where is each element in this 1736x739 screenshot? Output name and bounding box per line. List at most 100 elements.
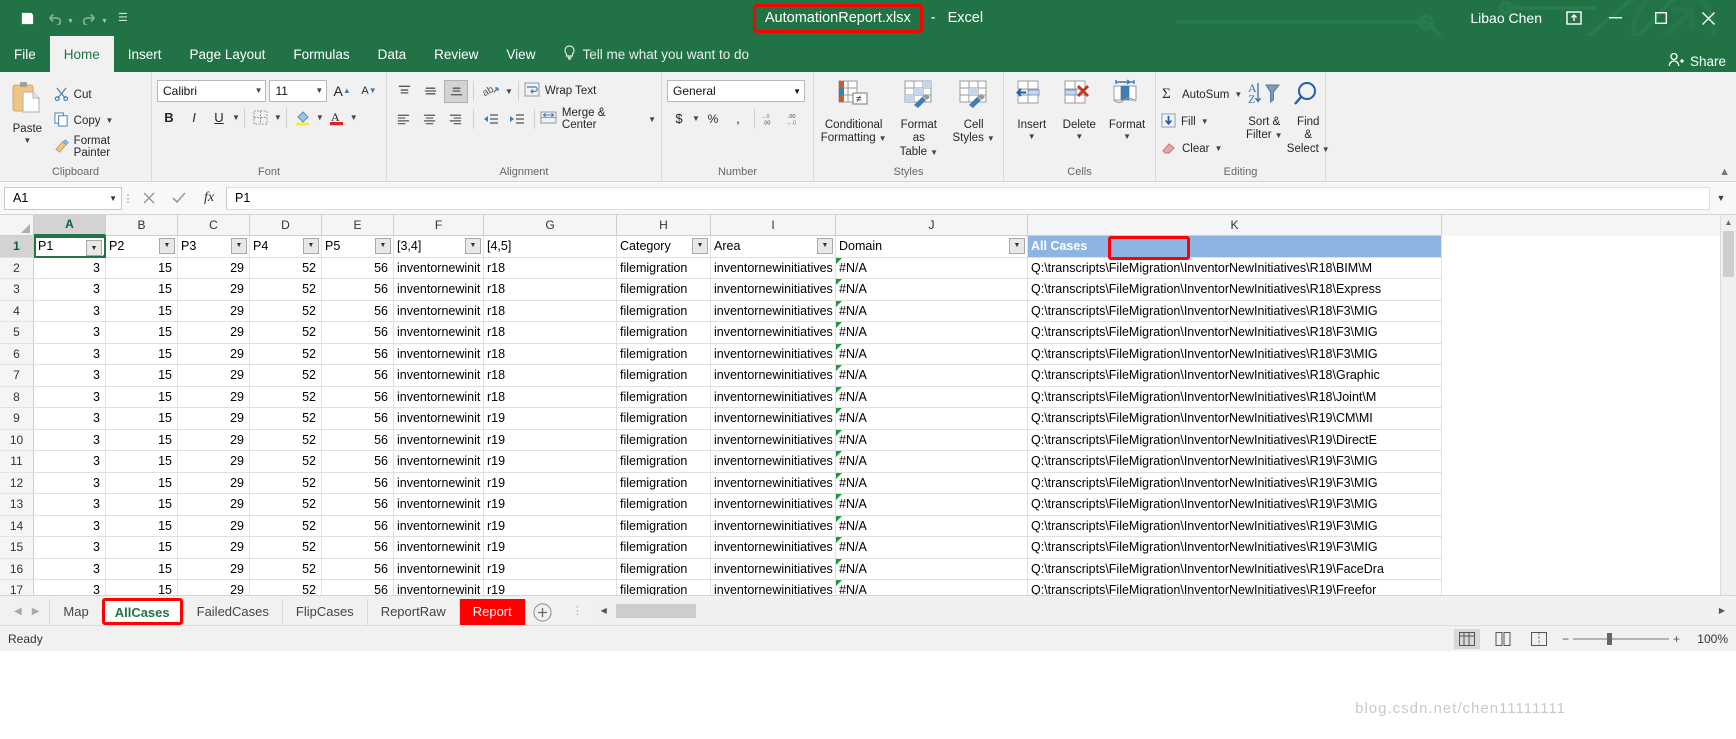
autosum-dropdown-icon[interactable]: ▼ xyxy=(1234,90,1242,99)
insert-cells-dropdown-icon[interactable]: ▼ xyxy=(1028,132,1036,141)
cell-J3[interactable]: #N/A xyxy=(836,279,1028,301)
cell-H13[interactable]: filemigration xyxy=(617,494,711,516)
cell-K6[interactable]: Q:\transcripts\FileMigration\InventorNew… xyxy=(1028,344,1442,366)
filter-dropdown-d1[interactable]: ▼ xyxy=(303,238,319,254)
sheet-tab-reportraw[interactable]: ReportRaw xyxy=(367,599,459,625)
ribbon-tab-file[interactable]: File xyxy=(0,36,50,72)
cell-F4[interactable]: inventornewinit xyxy=(394,301,484,323)
name-box-dropdown-icon[interactable]: ▼ xyxy=(109,194,117,203)
cell-E4[interactable]: 56 xyxy=(322,301,394,323)
cell-J12[interactable]: #N/A xyxy=(836,473,1028,495)
row-header-1[interactable]: 1 xyxy=(0,236,34,258)
save-icon[interactable] xyxy=(14,6,40,30)
cell-E17[interactable]: 56 xyxy=(322,580,394,595)
row-header-9[interactable]: 9 xyxy=(0,408,34,430)
cell-K4[interactable]: Q:\transcripts\FileMigration\InventorNew… xyxy=(1028,301,1442,323)
close-button[interactable] xyxy=(1684,1,1732,35)
cell-J16[interactable]: #N/A xyxy=(836,559,1028,581)
scroll-left-arrow[interactable]: ◀ xyxy=(596,603,612,619)
sort-filter-button[interactable]: AZ Sort & Filter▼ xyxy=(1242,77,1286,164)
cell-F17[interactable]: inventornewinit xyxy=(394,580,484,595)
cancel-edit-icon[interactable] xyxy=(134,186,164,210)
increase-indent-button[interactable] xyxy=(505,108,529,131)
ribbon-tab-review[interactable]: Review xyxy=(420,36,492,72)
cell-I10[interactable]: inventornewinitiatives xyxy=(711,430,836,452)
cell-G13[interactable]: r19 xyxy=(484,494,617,516)
zoom-out-button[interactable]: − xyxy=(1562,632,1569,646)
page-layout-view-button[interactable] xyxy=(1490,629,1516,649)
cell-B4[interactable]: 15 xyxy=(106,301,178,323)
cell-G16[interactable]: r19 xyxy=(484,559,617,581)
cell-J2[interactable]: #N/A xyxy=(836,258,1028,280)
ribbon-tab-view[interactable]: View xyxy=(492,36,549,72)
cell-C8[interactable]: 29 xyxy=(178,387,250,409)
quick-access-toolbar[interactable]: ▼ ▼ ☰ xyxy=(0,6,136,30)
filter-dropdown-e1[interactable]: ▼ xyxy=(375,238,391,254)
table-row[interactable]: 5315295256inventornewinitr18filemigratio… xyxy=(0,322,1736,344)
cell-H4[interactable]: filemigration xyxy=(617,301,711,323)
cell-C10[interactable]: 29 xyxy=(178,430,250,452)
scroll-up-arrow[interactable]: ▲ xyxy=(1721,215,1736,231)
cell-D4[interactable]: 52 xyxy=(250,301,322,323)
table-row[interactable]: 17315295256inventornewinitr19filemigrati… xyxy=(0,580,1736,595)
cell-E7[interactable]: 56 xyxy=(322,365,394,387)
cell-H12[interactable]: filemigration xyxy=(617,473,711,495)
cell-B9[interactable]: 15 xyxy=(106,408,178,430)
cell-D12[interactable]: 52 xyxy=(250,473,322,495)
undo-icon[interactable] xyxy=(42,6,68,30)
cell-C13[interactable]: 29 xyxy=(178,494,250,516)
cell-H5[interactable]: filemigration xyxy=(617,322,711,344)
redo-dropdown-icon[interactable]: ▼ xyxy=(101,18,108,30)
cell-E10[interactable]: 56 xyxy=(322,430,394,452)
row-header-11[interactable]: 11 xyxy=(0,451,34,473)
cell-styles-dropdown-icon[interactable]: ▼ xyxy=(987,134,995,143)
row-header-13[interactable]: 13 xyxy=(0,494,34,516)
row-header-10[interactable]: 10 xyxy=(0,430,34,452)
cell-K9[interactable]: Q:\transcripts\FileMigration\InventorNew… xyxy=(1028,408,1442,430)
column-header-h[interactable]: H xyxy=(617,215,711,236)
table-row[interactable]: 2315295256inventornewinitr18filemigratio… xyxy=(0,258,1736,280)
cell-G4[interactable]: r18 xyxy=(484,301,617,323)
cell-D9[interactable]: 52 xyxy=(250,408,322,430)
scroll-right-arrow[interactable]: ▶ xyxy=(1714,603,1730,619)
cell-H14[interactable]: filemigration xyxy=(617,516,711,538)
confirm-edit-icon[interactable] xyxy=(164,186,194,210)
sheet-tab-allcases[interactable]: AllCases xyxy=(102,598,183,625)
cell-B15[interactable]: 15 xyxy=(106,537,178,559)
table-row[interactable]: 13315295256inventornewinitr19filemigrati… xyxy=(0,494,1736,516)
normal-view-button[interactable] xyxy=(1454,629,1480,649)
accounting-dropdown-icon[interactable]: ▼ xyxy=(692,114,700,123)
zoom-in-button[interactable]: + xyxy=(1673,632,1680,646)
row-header-8[interactable]: 8 xyxy=(0,387,34,409)
fill-handle[interactable] xyxy=(102,254,106,258)
cell-J7[interactable]: #N/A xyxy=(836,365,1028,387)
cell-D17[interactable]: 52 xyxy=(250,580,322,595)
cell-H2[interactable]: filemigration xyxy=(617,258,711,280)
undo-dropdown-icon[interactable]: ▼ xyxy=(67,18,74,30)
cell-H6[interactable]: filemigration xyxy=(617,344,711,366)
row-header-17[interactable]: 17 xyxy=(0,580,34,595)
zoom-slider[interactable]: − + xyxy=(1562,632,1680,646)
cell-B7[interactable]: 15 xyxy=(106,365,178,387)
maximize-button[interactable] xyxy=(1638,1,1684,35)
cell-E12[interactable]: 56 xyxy=(322,473,394,495)
autosum-button[interactable]: Σ AutoSum ▼ xyxy=(1161,83,1242,107)
cell-f1[interactable]: [3,4]▼ xyxy=(394,236,484,258)
name-box[interactable]: A1 ▼ xyxy=(4,187,122,210)
cell-G17[interactable]: r19 xyxy=(484,580,617,595)
cell-C16[interactable]: 29 xyxy=(178,559,250,581)
insert-cells-button[interactable]: Insert ▼ xyxy=(1009,77,1055,164)
fill-color-dropdown-icon[interactable]: ▼ xyxy=(316,113,324,122)
cell-c1[interactable]: P3▼ xyxy=(178,236,250,258)
cell-D2[interactable]: 52 xyxy=(250,258,322,280)
cell-F2[interactable]: inventornewinit xyxy=(394,258,484,280)
cell-G15[interactable]: r19 xyxy=(484,537,617,559)
cell-J4[interactable]: #N/A xyxy=(836,301,1028,323)
table-row[interactable]: 16315295256inventornewinitr19filemigrati… xyxy=(0,559,1736,581)
ribbon-tab-bar[interactable]: File Home Insert Page Layout Formulas Da… xyxy=(0,36,1736,72)
filter-dropdown-j1[interactable]: ▼ xyxy=(1009,238,1025,254)
cell-F14[interactable]: inventornewinit xyxy=(394,516,484,538)
column-header-e[interactable]: E xyxy=(322,215,394,236)
cell-i1[interactable]: Area▼ xyxy=(711,236,836,258)
increase-decimal-button[interactable]: ←0.00 xyxy=(759,107,783,130)
